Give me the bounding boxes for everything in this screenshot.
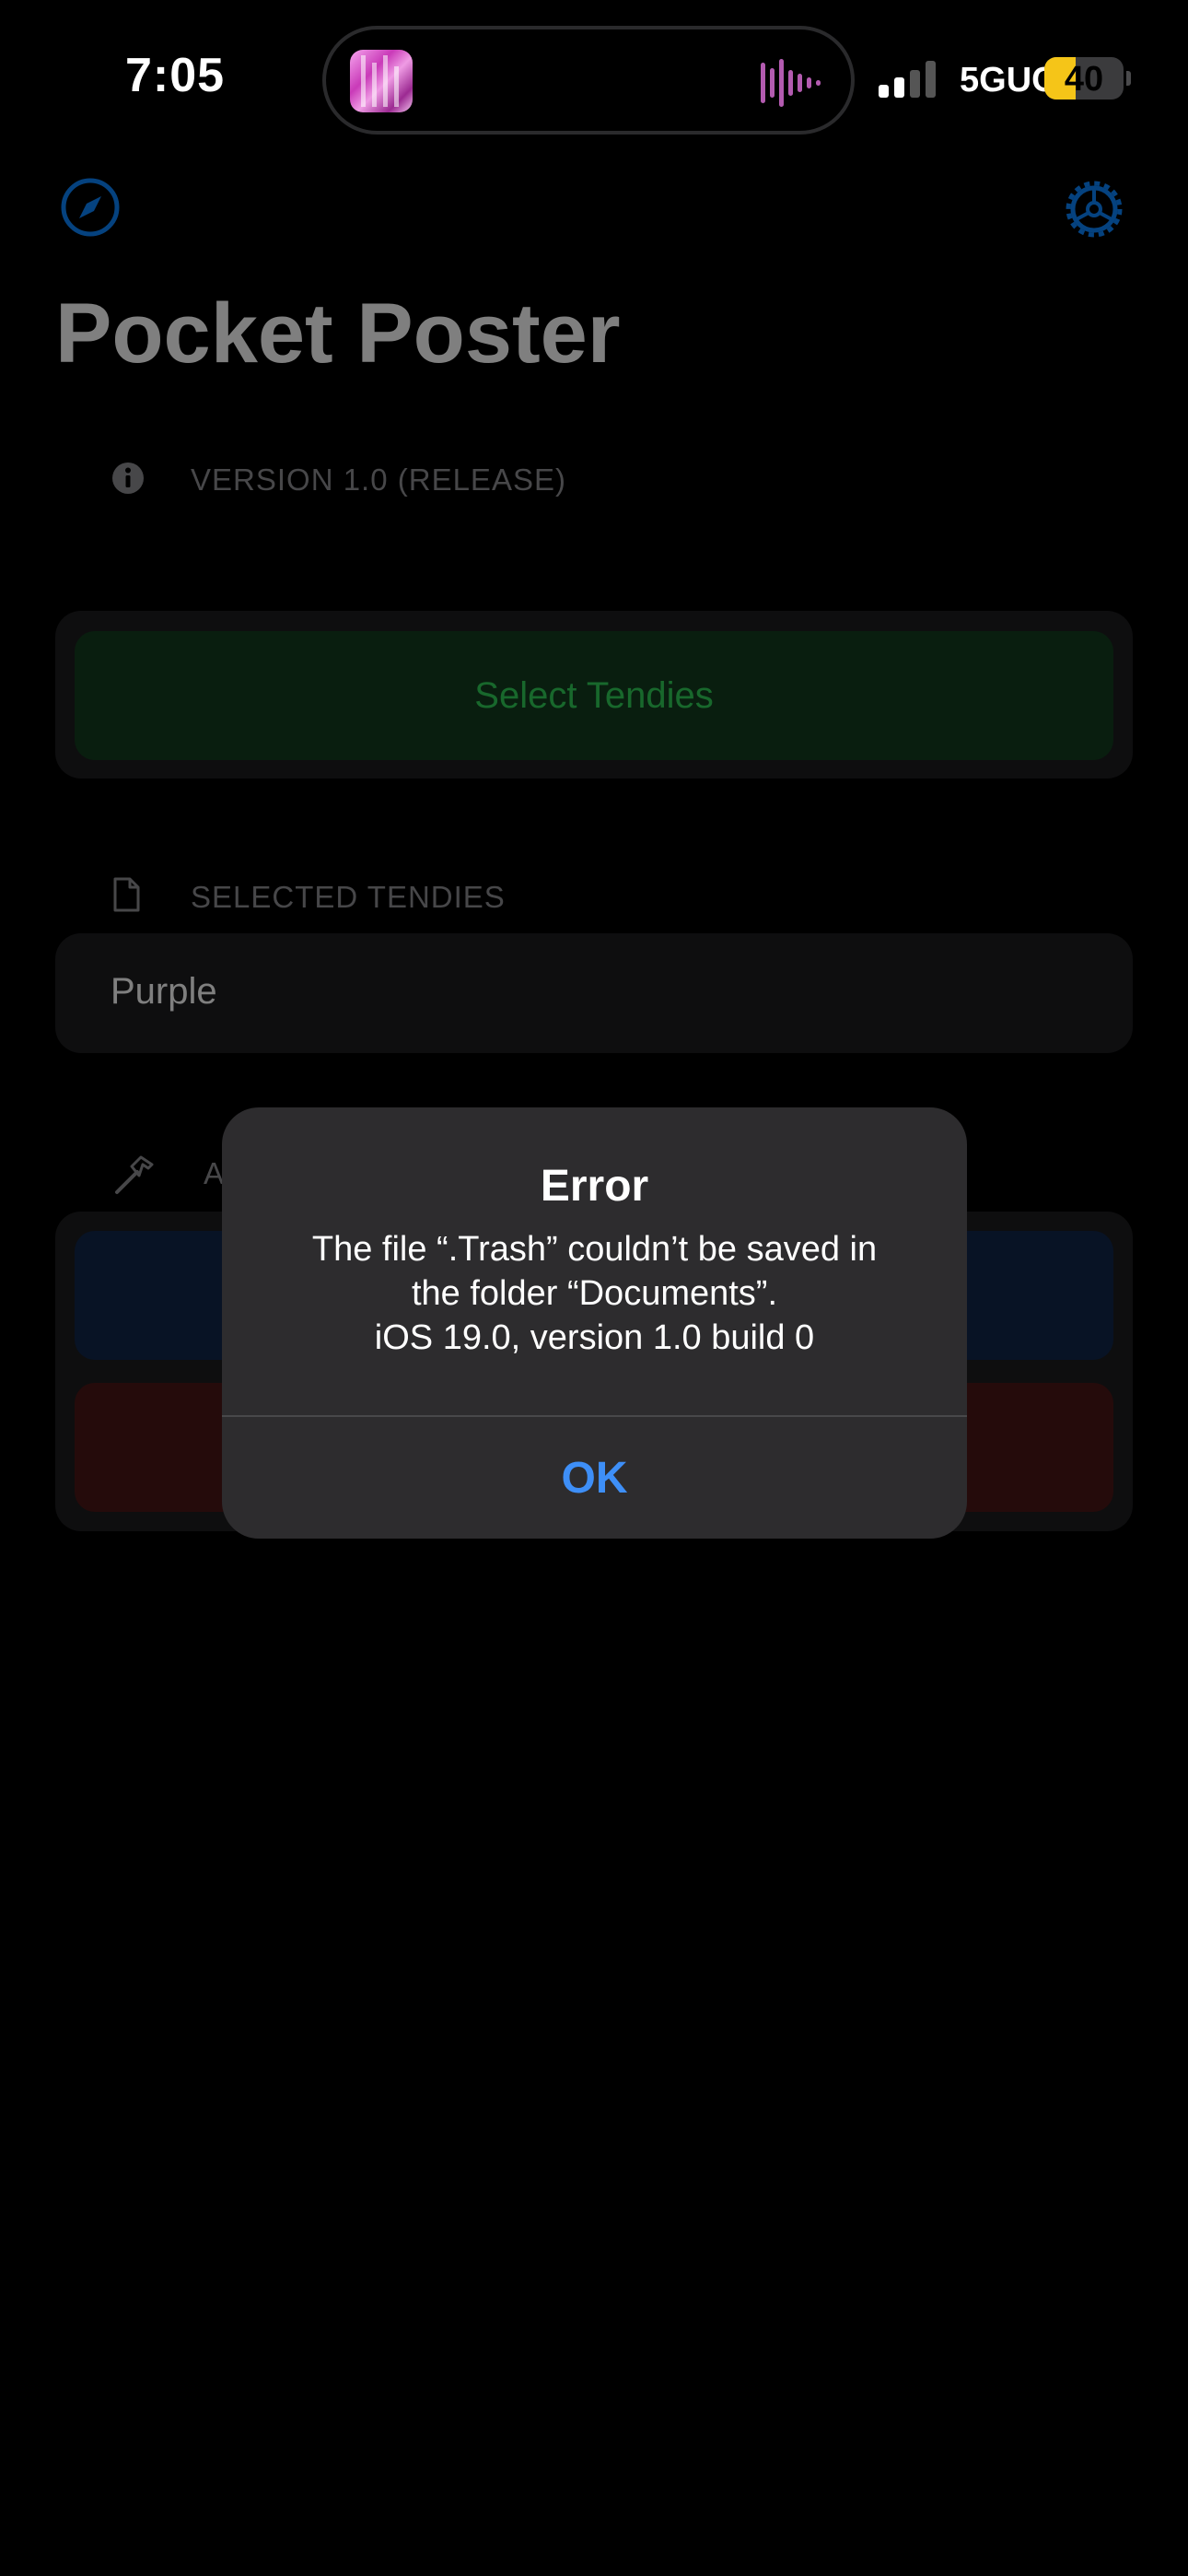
audio-waveform-icon bbox=[761, 59, 821, 107]
now-playing-artwork bbox=[350, 50, 413, 112]
network-type-label: 5GUC bbox=[960, 61, 1057, 100]
error-alert: Error The file “.Trash” couldn’t be save… bbox=[222, 1107, 967, 1539]
battery-level-text: 40 bbox=[1064, 60, 1104, 99]
dynamic-island[interactable] bbox=[322, 26, 855, 135]
battery-tip bbox=[1126, 71, 1131, 86]
battery-icon: 40 bbox=[1044, 57, 1124, 100]
alert-message: The file “.Trash” couldn’t be saved in t… bbox=[311, 1230, 878, 1357]
cellular-signal-icon bbox=[879, 61, 936, 98]
alert-ok-button[interactable]: OK bbox=[222, 1417, 967, 1539]
status-time: 7:05 bbox=[125, 49, 226, 102]
alert-title: Error bbox=[540, 1162, 649, 1211]
